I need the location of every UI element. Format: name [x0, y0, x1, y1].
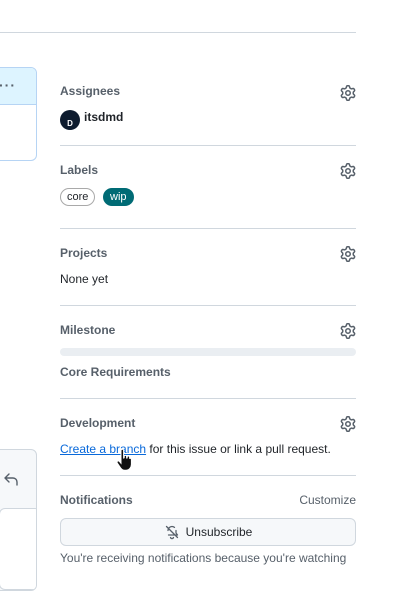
milestone-title: Milestone [60, 323, 116, 337]
comment-textarea-partial[interactable] [0, 508, 36, 590]
new-comment-box-partial [0, 449, 37, 591]
labels-section: Labels core wip [60, 163, 356, 213]
bell-slash-icon [165, 525, 178, 540]
gear-icon[interactable] [340, 85, 356, 101]
section-divider [60, 398, 356, 399]
projects-section: Projects None yet [60, 246, 356, 291]
assignees-section: Assignees D itsdmd [60, 84, 356, 134]
comment-header: ··· [0, 68, 36, 105]
avatar[interactable]: D [60, 110, 80, 130]
labels-title: Labels [60, 163, 99, 177]
kebab-horizontal-icon[interactable]: ··· [0, 77, 16, 93]
comment-box-partial: ··· [0, 67, 37, 161]
gear-icon[interactable] [340, 416, 356, 432]
notifications-section: Notifications Customize Unsubscribe You'… [60, 493, 356, 565]
milestone-progress-bar [60, 348, 356, 356]
development-text: Create a branch for this issue or link a… [60, 442, 331, 456]
development-title: Development [60, 416, 136, 430]
projects-title: Projects [60, 246, 108, 260]
section-divider [60, 305, 356, 306]
unsubscribe-label: Unsubscribe [185, 525, 253, 539]
label-core[interactable]: core [60, 188, 96, 206]
avatar-initial: D [67, 119, 73, 128]
gear-icon[interactable] [340, 163, 356, 179]
assignees-title: Assignees [60, 84, 121, 98]
projects-value: None yet [60, 272, 109, 286]
gear-icon[interactable] [340, 246, 356, 262]
customize-link[interactable]: Customize [299, 493, 356, 507]
section-divider [60, 475, 356, 476]
assignee-name[interactable]: itsdmd [84, 110, 123, 124]
gear-icon[interactable] [340, 323, 356, 339]
section-divider [60, 145, 356, 146]
notifications-note: You're receiving notifications because y… [60, 551, 347, 565]
unsubscribe-button[interactable]: Unsubscribe [60, 518, 356, 546]
milestone-name[interactable]: Core Requirements [60, 365, 171, 379]
milestone-section: Milestone Core Requirements [60, 323, 356, 383]
create-branch-link[interactable]: Create a branch [60, 442, 146, 456]
label-wip[interactable]: wip [103, 188, 134, 206]
reply-icon[interactable] [3, 472, 19, 486]
notifications-title: Notifications [60, 493, 133, 507]
section-divider [60, 228, 356, 229]
top-divider [0, 32, 356, 33]
development-rest-text: for this issue or link a pull request. [146, 442, 331, 456]
development-section: Development Create a branch for this iss… [60, 416, 356, 461]
